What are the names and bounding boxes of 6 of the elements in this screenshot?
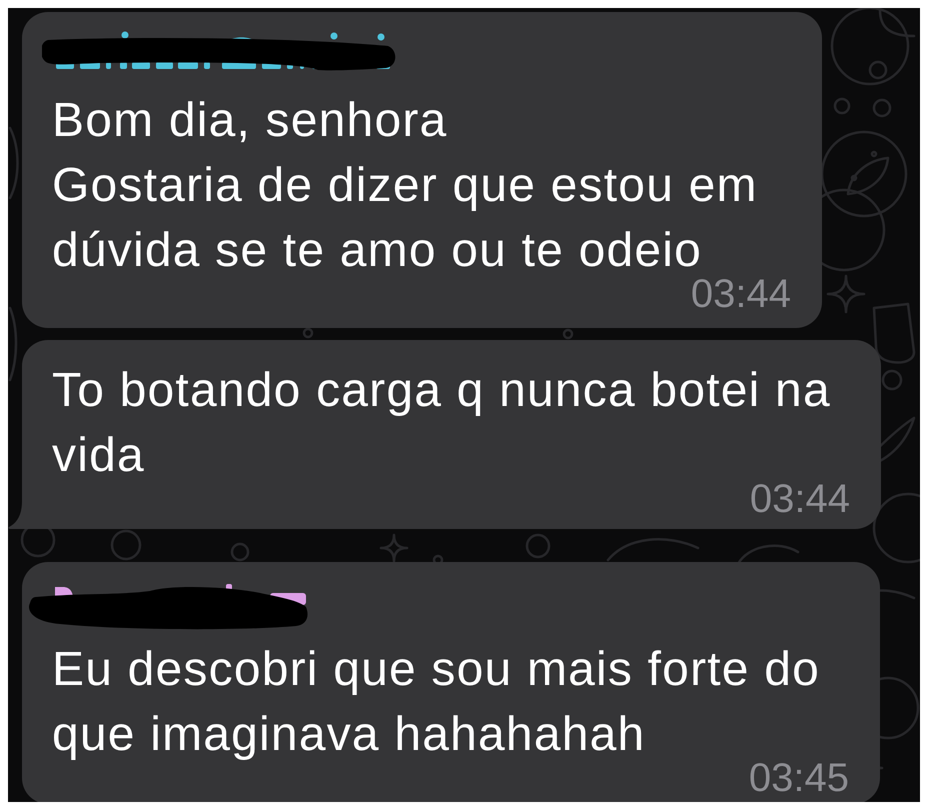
message-text: To botando carga q nunca botei na vida (52, 364, 831, 482)
message-time: 03:44 (750, 485, 850, 513)
message-text: Bom dia, senhora Gostaria de dizer que estou em dúvida se te amo ou te odeio (52, 94, 758, 277)
message-time: 03:45 (748, 764, 849, 792)
message-text: Eu descobri que sou mais forte do que imaginava hahahahah (52, 643, 820, 761)
message-time: 03:44 (690, 280, 791, 308)
